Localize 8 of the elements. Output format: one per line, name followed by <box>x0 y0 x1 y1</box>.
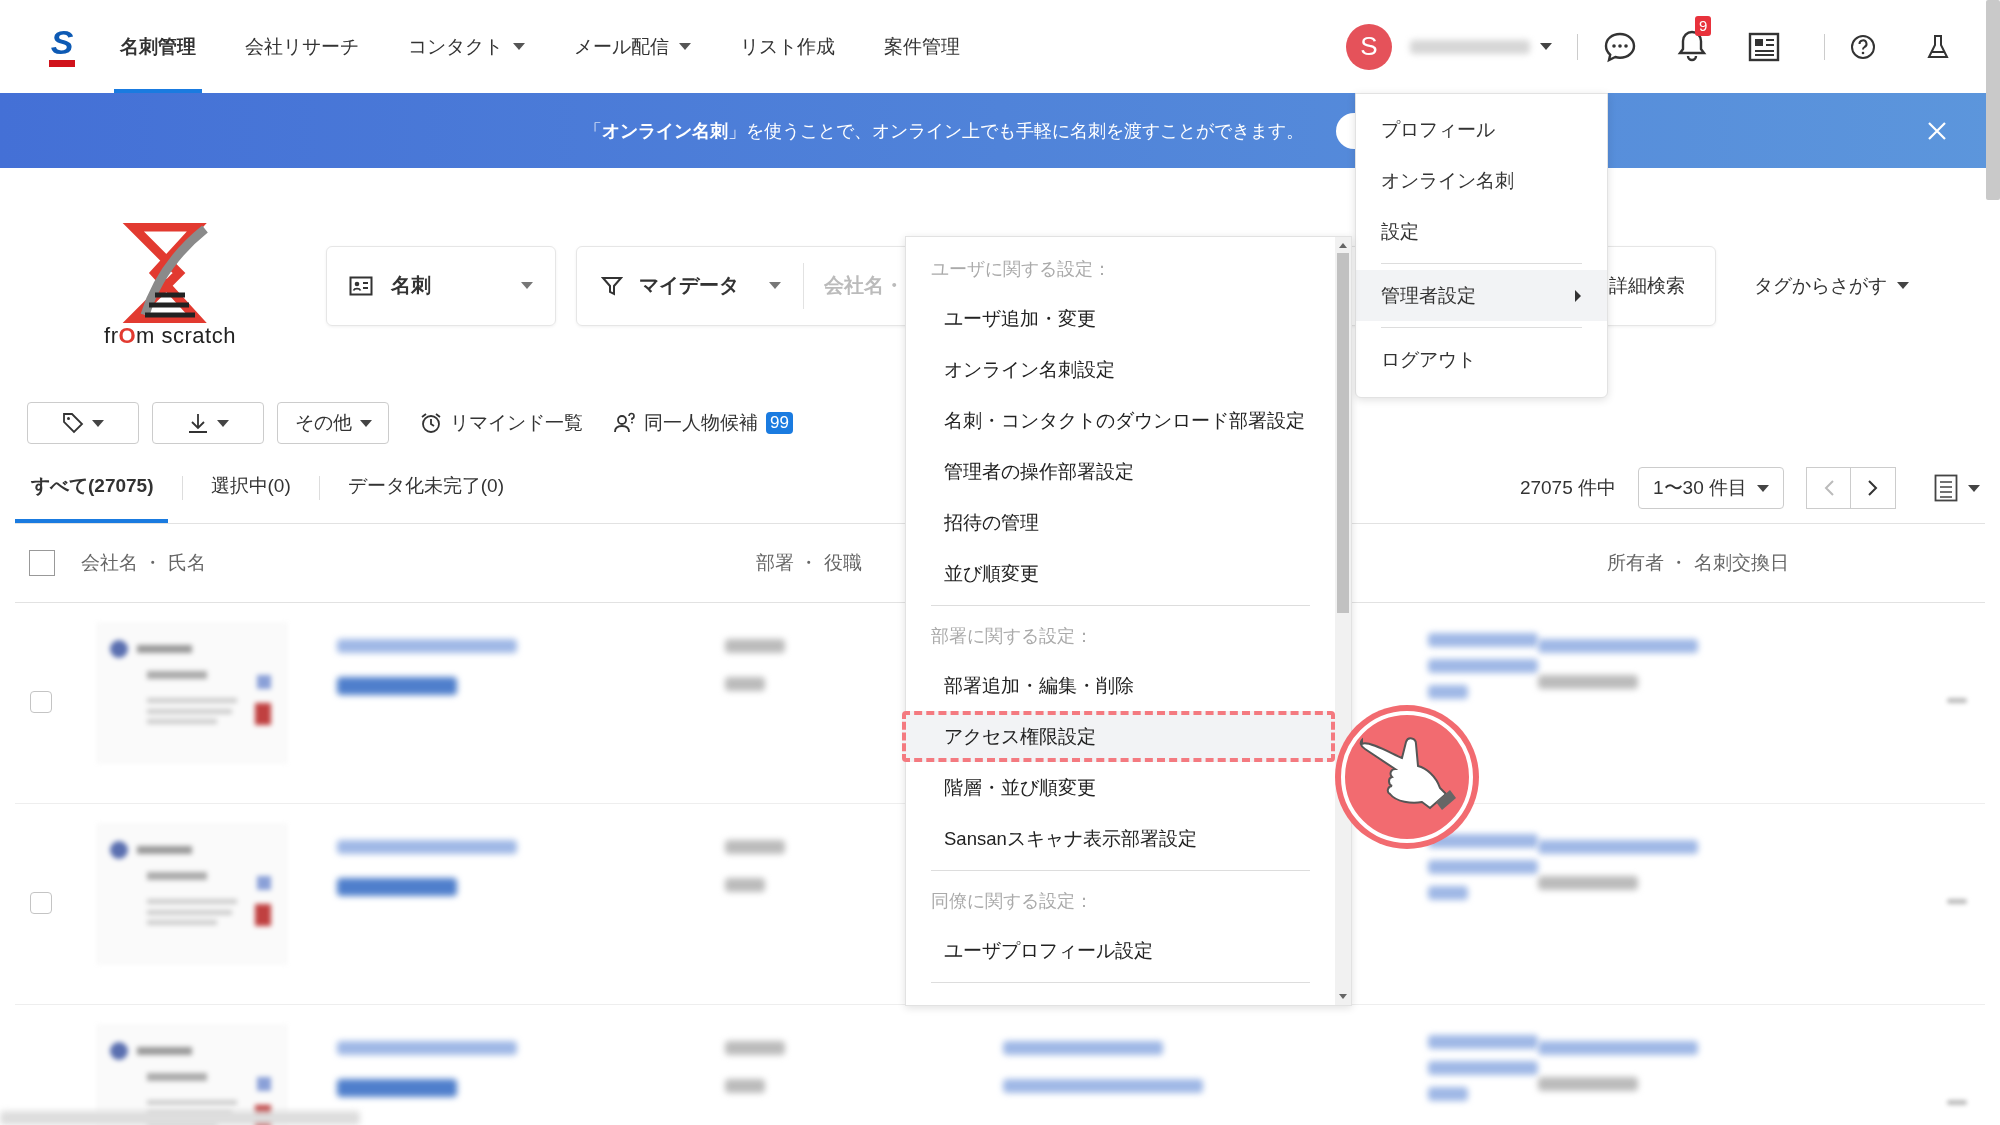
section-heading: 部署に関する設定： <box>930 625 1094 648</box>
notification-badge: 9 <box>1695 15 1712 36</box>
section-heading: 同僚に関する設定： <box>930 890 1094 913</box>
company-logo-text: frOm scratch <box>104 322 236 349</box>
banner-message: 「オンライン名刺」を使うことで、オンライン上でも手軽に名刺を渡すことができます。 <box>584 119 1304 143</box>
section-heading: ユーザに関する設定： <box>930 258 1112 281</box>
count-badge: 99 <box>766 412 793 434</box>
total-count: 27075 件中 <box>1519 476 1616 500</box>
